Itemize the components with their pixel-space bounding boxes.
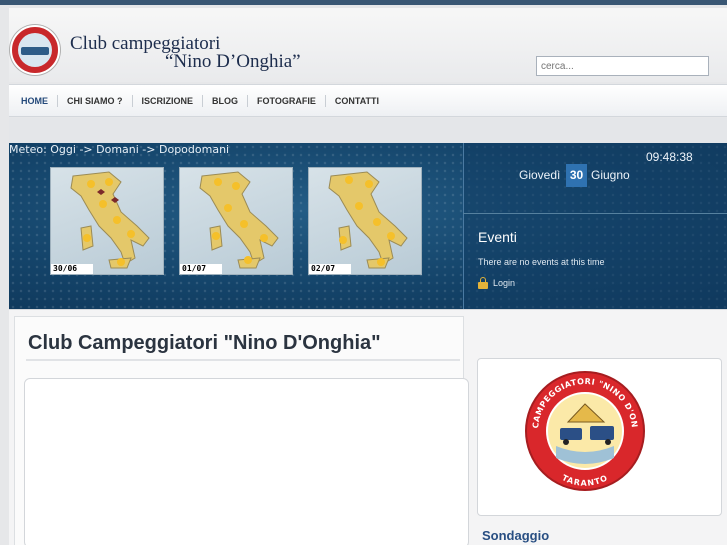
- nav-iscrizione[interactable]: ISCRIZIONE: [133, 94, 204, 107]
- events-empty-message: There are no events at this time: [478, 257, 605, 267]
- italy-map-icon: [199, 171, 279, 269]
- nav-spacer: [9, 118, 727, 143]
- weather-map-tomorrow[interactable]: 01/07: [179, 167, 293, 275]
- date-day-name: Giovedì: [519, 168, 561, 182]
- title-divider: [26, 359, 460, 361]
- nav-blog[interactable]: BLOG: [203, 94, 249, 107]
- map-date: 02/07: [309, 264, 351, 274]
- date-day-number: 30: [566, 164, 587, 187]
- italy-map-icon: [328, 171, 408, 269]
- date-month: Giugno: [591, 168, 630, 182]
- nav-fotografie[interactable]: FOTOGRAFIE: [248, 94, 326, 107]
- clock: 09:48:38: [646, 150, 693, 164]
- italy-map-icon: [70, 171, 150, 269]
- login-link[interactable]: Login: [478, 277, 515, 289]
- badge-inner: [18, 33, 52, 67]
- search-input[interactable]: [536, 56, 709, 76]
- map-date: 30/06: [51, 264, 93, 274]
- site-title-line2[interactable]: “Nino D’Onghia”: [165, 51, 301, 73]
- map-date: 01/07: [180, 264, 222, 274]
- page-title: Club Campeggiatori "Nino D'Onghia": [28, 332, 381, 354]
- weather-map-day-after[interactable]: 02/07: [308, 167, 422, 275]
- weather-map-today[interactable]: 30/06: [50, 167, 164, 275]
- lock-icon: [478, 277, 488, 289]
- top-bar: [0, 0, 727, 5]
- side-divider: [463, 213, 727, 214]
- nav-home[interactable]: HOME: [12, 94, 58, 107]
- nav-chi-siamo[interactable]: CHI SIAMO ?: [58, 94, 133, 107]
- events-title: Eventi: [478, 229, 517, 245]
- login-label[interactable]: Login: [493, 278, 515, 288]
- poll-title: Sondaggio: [482, 528, 550, 543]
- club-logo[interactable]: CLUB CAMPEGGIATORI "NINO D'ONGHIA" TARAN…: [524, 362, 646, 500]
- meteo-label: Meteo: Oggi -> Domani -> Dopodomani: [9, 143, 230, 156]
- club-badge-logo[interactable]: [10, 25, 60, 75]
- nav-contatti[interactable]: CONTATTI: [326, 95, 388, 107]
- article-box: [24, 378, 469, 545]
- main-nav: HOME CHI SIAMO ? ISCRIZIONE BLOG FOTOGRA…: [9, 84, 727, 117]
